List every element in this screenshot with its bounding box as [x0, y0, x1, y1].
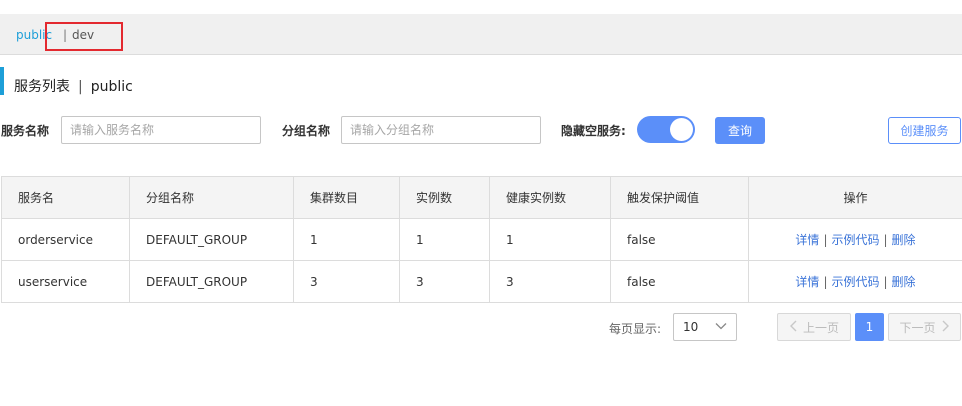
column-header: 集群数目	[293, 176, 400, 219]
create-service-button[interactable]: 创建服务	[888, 117, 961, 144]
page-title-namespace: public	[90, 79, 133, 95]
group-name-label: 分组名称	[282, 124, 331, 138]
table-row: userservice DEFAULT_GROUP 3 3 3 false 详情…	[1, 260, 962, 303]
toggle-knob	[670, 118, 693, 141]
action-separator: |	[883, 275, 888, 289]
page-size-select[interactable]: 10	[673, 313, 737, 341]
prev-page-label: 上一页	[802, 320, 839, 335]
chevron-left-icon	[789, 320, 799, 335]
chevron-right-icon	[940, 320, 950, 335]
cell-service-name: orderservice	[1, 218, 130, 261]
cell-cluster-count: 3	[293, 260, 400, 303]
sample-code-link[interactable]: 示例代码	[831, 233, 879, 247]
service-name-input[interactable]	[61, 116, 261, 144]
cell-actions: 详情 | 示例代码 | 删除	[748, 218, 962, 261]
column-header: 健康实例数	[489, 176, 611, 219]
action-separator: |	[823, 275, 828, 289]
cell-healthy-count: 1	[489, 218, 611, 261]
highlight-box	[45, 22, 123, 51]
column-header: 操作	[748, 176, 962, 219]
cell-group-name: DEFAULT_GROUP	[129, 218, 294, 261]
hide-empty-toggle[interactable]	[637, 116, 695, 143]
page-title-separator: |	[78, 79, 83, 95]
cell-service-name: userservice	[1, 260, 130, 303]
cell-cluster-count: 1	[293, 218, 400, 261]
delete-link[interactable]: 删除	[892, 275, 916, 289]
table-row: orderservice DEFAULT_GROUP 1 1 1 false 详…	[1, 218, 962, 261]
page-size-value: 10	[683, 320, 699, 334]
cell-actions: 详情 | 示例代码 | 删除	[748, 260, 962, 303]
cell-group-name: DEFAULT_GROUP	[129, 260, 294, 303]
cell-protect-threshold: false	[610, 260, 749, 303]
delete-link[interactable]: 删除	[892, 233, 916, 247]
next-page-label: 下一页	[899, 320, 936, 335]
column-header: 实例数	[399, 176, 490, 219]
group-name-input[interactable]	[341, 116, 541, 144]
query-button[interactable]: 查询	[715, 117, 765, 144]
service-name-label: 服务名称	[1, 124, 50, 138]
namespace-bar: public | dev	[0, 14, 962, 55]
page-size-label: 每页显示:	[609, 322, 662, 336]
chevron-down-icon	[714, 319, 728, 336]
cell-healthy-count: 3	[489, 260, 611, 303]
table-header-row: 服务名 分组名称 集群数目 实例数 健康实例数 触发保护阈值 操作	[1, 176, 962, 219]
prev-page-button[interactable]: 上一页	[777, 313, 851, 341]
cell-instance-count: 1	[399, 218, 490, 261]
title-accent-bar	[0, 67, 4, 95]
page-title: 服务列表 | public	[14, 76, 133, 96]
detail-link[interactable]: 详情	[795, 275, 819, 289]
service-table: 服务名 分组名称 集群数目 实例数 健康实例数 触发保护阈值 操作 orders…	[1, 176, 962, 303]
hide-empty-label: 隐藏空服务:	[561, 124, 626, 138]
column-header: 触发保护阈值	[610, 176, 749, 219]
column-header: 服务名	[1, 176, 130, 219]
action-separator: |	[883, 233, 888, 247]
current-page-button[interactable]: 1	[855, 313, 884, 341]
cell-protect-threshold: false	[610, 218, 749, 261]
detail-link[interactable]: 详情	[795, 233, 819, 247]
column-header: 分组名称	[129, 176, 294, 219]
cell-instance-count: 3	[399, 260, 490, 303]
page-title-label: 服务列表	[14, 79, 70, 95]
sample-code-link[interactable]: 示例代码	[831, 275, 879, 289]
next-page-button[interactable]: 下一页	[888, 313, 961, 341]
action-separator: |	[823, 233, 828, 247]
